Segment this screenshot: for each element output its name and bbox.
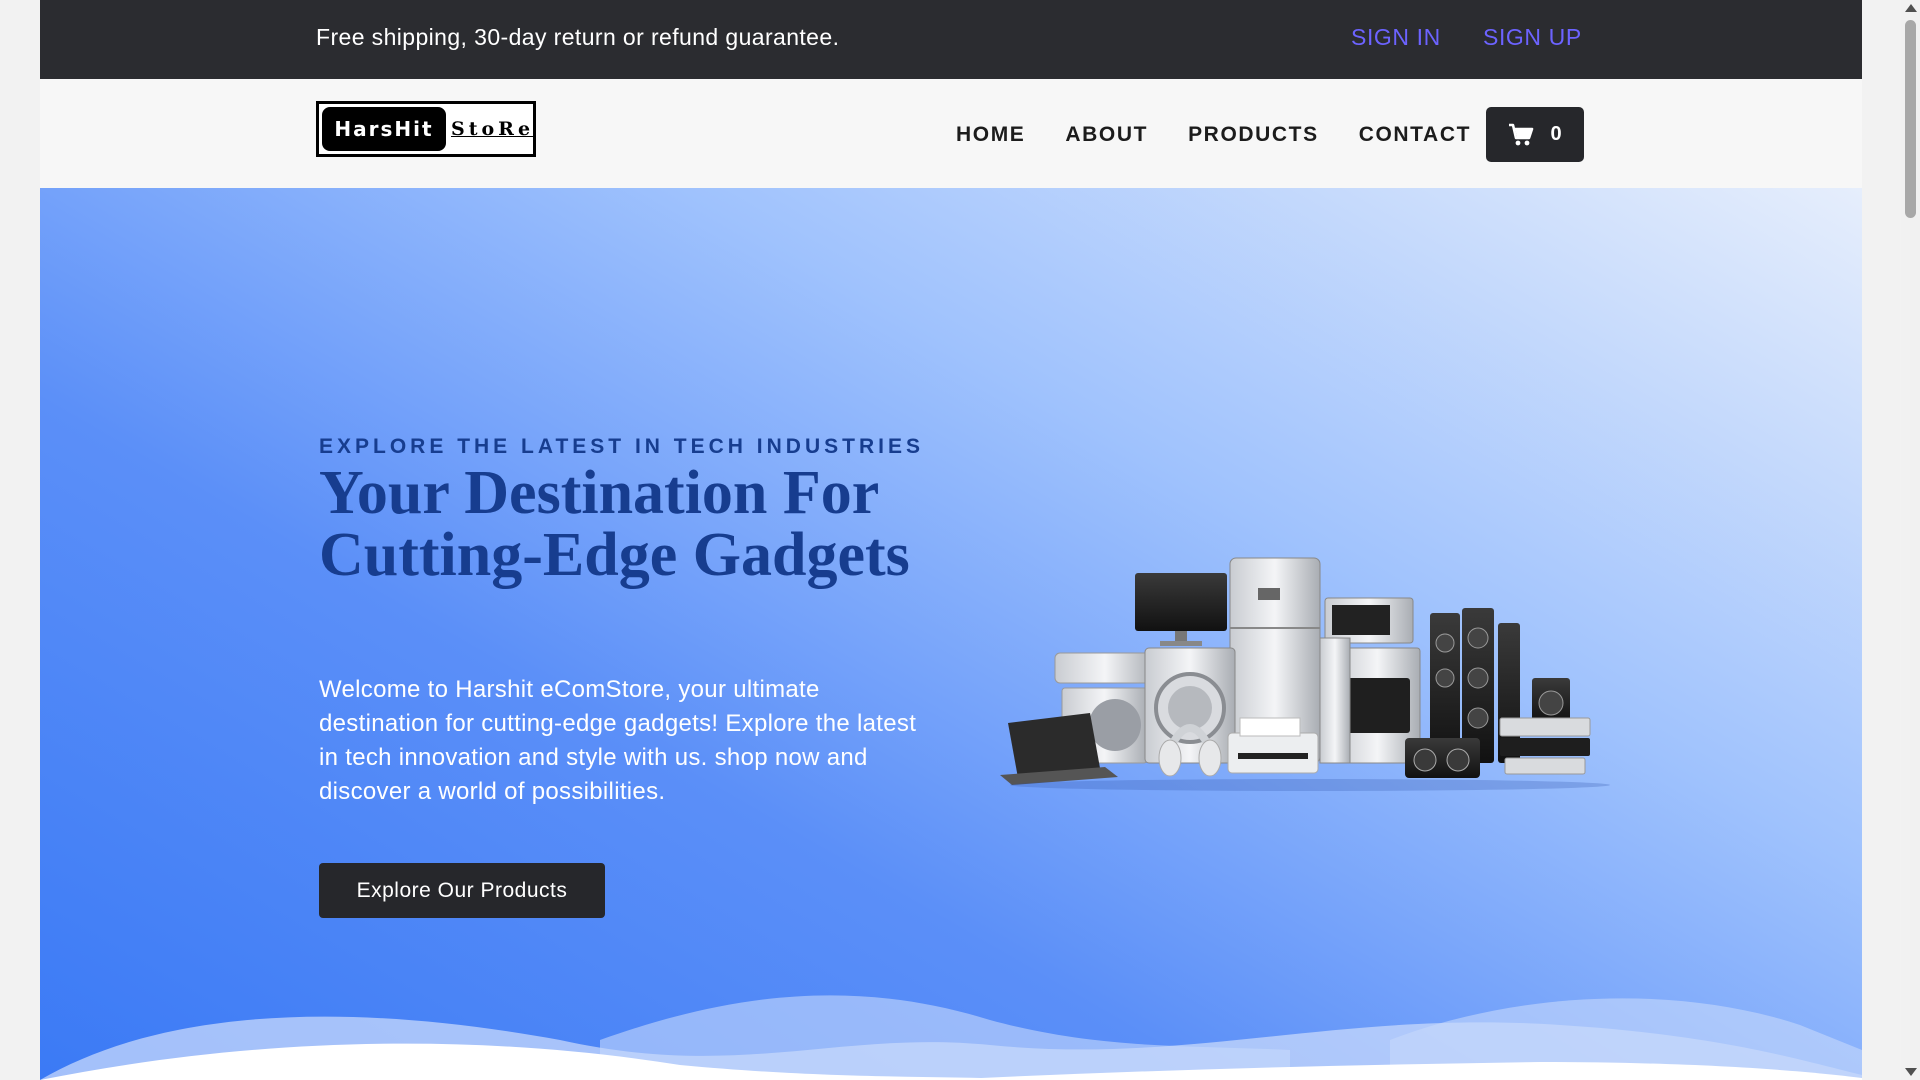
page-scrollbar[interactable] <box>1901 0 1920 1080</box>
hero-eyebrow: EXPLORE THE LATEST IN TECH INDUSTRIES <box>319 435 924 458</box>
promo-text: Free shipping, 30-day return or refund g… <box>316 24 840 50</box>
sign-up-link[interactable]: SIGN UP <box>1483 24 1582 51</box>
nav-home[interactable]: HOME <box>956 123 1025 147</box>
page: Free shipping, 30-day return or refund g… <box>40 0 1862 1080</box>
nav-about[interactable]: ABOUT <box>1065 123 1148 147</box>
hero-section: EXPLORE THE LATEST IN TECH INDUSTRIES Yo… <box>40 188 1862 1080</box>
electronics-products-image <box>1000 557 1610 791</box>
shopping-cart-icon <box>1509 123 1534 145</box>
hero-wave-decoration <box>40 995 1862 1080</box>
hero-headline: Your Destination For Cutting-Edge Gadget… <box>319 459 910 589</box>
scroll-up-arrow-icon[interactable] <box>1905 4 1917 12</box>
top-announcement-bar: Free shipping, 30-day return or refund g… <box>40 0 1862 79</box>
cart-count: 0 <box>1550 123 1562 145</box>
logo-light-part: StoRe <box>451 118 535 140</box>
logo-dark-part: HarsHit <box>322 107 446 151</box>
main-nav: HOME ABOUT PRODUCTS CONTACT <box>956 123 1511 147</box>
explore-products-button[interactable]: Explore Our Products <box>319 863 605 918</box>
scroll-down-arrow-icon[interactable] <box>1905 1068 1917 1076</box>
hero-description: Welcome to Harshit eComStore, your ultim… <box>319 676 917 805</box>
store-logo[interactable]: HarsHit StoRe <box>316 101 536 157</box>
scrollbar-thumb[interactable] <box>1905 20 1916 218</box>
nav-contact[interactable]: CONTACT <box>1359 123 1471 147</box>
sign-in-link[interactable]: SIGN IN <box>1351 24 1441 51</box>
site-header: HarsHit StoRe HOME ABOUT PRODUCTS CONTAC… <box>40 79 1862 188</box>
cart-button[interactable]: 0 <box>1486 107 1584 162</box>
nav-products[interactable]: PRODUCTS <box>1188 123 1319 147</box>
